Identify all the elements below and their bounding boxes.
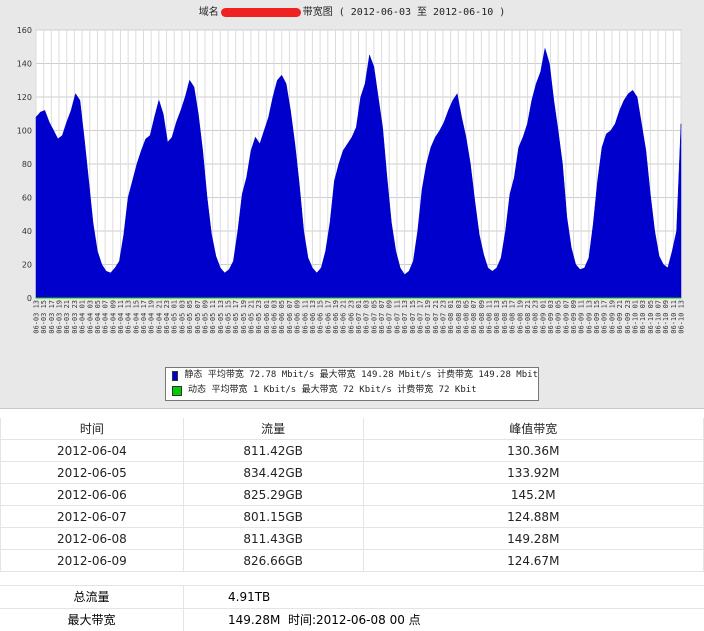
legend-swatch-static — [172, 370, 179, 381]
legend-row-dynamic: 动态 平均带宽 1 Kbit/s 最大带宽 72 Kbit/s 计费带宽 72 … — [166, 383, 538, 398]
y-tick-label: 120 — [17, 93, 32, 102]
y-tick-label: 80 — [22, 160, 32, 169]
table-row: 2012-06-07 801.15GB 124.88M — [0, 505, 704, 528]
cell-peak: 145.2M — [362, 483, 704, 506]
legend-series-name: 动态 — [188, 385, 207, 395]
cell-peak: 124.88M — [362, 505, 704, 528]
redacted-mark — [220, 7, 301, 17]
chart-title: 域名 带宽图 ( 2012-06-03 至 2012-06-10 ) — [0, 3, 704, 18]
cell-date: 2012-06-05 — [0, 461, 184, 484]
traffic-table-area: 时间 流量 峰值带宽 2012-06-04 811.42GB 130.36M 2… — [0, 418, 704, 572]
cell-traffic: 801.15GB — [182, 505, 364, 528]
y-tick-label: 20 — [22, 261, 32, 270]
y-tick-label: 40 — [22, 227, 32, 236]
legend-series-name: 静态 — [184, 370, 203, 380]
max-bandwidth-time: 时间:2012-06-08 00 点 — [287, 613, 421, 627]
header-peak: 峰值带宽 — [362, 418, 704, 440]
bandwidth-chart: 020406080100120140160 06-03 13 06-03 15 06… — [17, 26, 686, 334]
cell-traffic: 825.29GB — [182, 483, 364, 506]
y-tick-label: 60 — [22, 194, 32, 203]
y-tick-label: 0 — [27, 294, 32, 303]
chart-title-suffix: 带宽图 ( 2012-06-03 至 2012-06-10 ) — [302, 7, 506, 18]
cell-traffic: 834.42GB — [182, 461, 364, 484]
y-tick-label: 160 — [17, 26, 32, 35]
chart-legend: 静态 平均带宽 72.78 Mbit/s 最大带宽 149.28 Mbit/s … — [165, 367, 539, 401]
cell-date: 2012-06-08 — [0, 527, 184, 550]
cell-peak: 130.36M — [362, 439, 704, 462]
table-row: 2012-06-06 825.29GB 145.2M — [0, 483, 704, 506]
cell-date: 2012-06-04 — [0, 439, 184, 462]
table-row: 2012-06-09 826.66GB 124.67M — [0, 549, 704, 572]
cell-traffic: 826.66GB — [182, 549, 364, 572]
total-traffic-label: 总流量 — [0, 586, 184, 608]
chart-panel: 0 20 40 60 80 100 120 140 160 06-03 13 06-03 15 06… — [0, 0, 704, 409]
summary-max-row: 最大带宽 149.28M 时间:2012-06-08 00 点 — [0, 608, 704, 631]
header-traffic: 流量 — [182, 418, 364, 440]
x-tick-label: 06-10 13 — [678, 300, 686, 334]
table-row: 2012-06-05 834.42GB 133.92M — [0, 461, 704, 484]
cell-date: 2012-06-09 — [0, 549, 184, 572]
table-row: 2012-06-04 811.42GB 130.36M — [0, 439, 704, 462]
chart-title-prefix: 域名 — [198, 7, 219, 18]
table-header-row: 时间 流量 峰值带宽 — [0, 418, 704, 440]
y-tick-label: 140 — [17, 60, 32, 69]
total-traffic-value: 4.91TB — [228, 590, 271, 604]
summary-section: 总流量 4.91TB 最大带宽 149.28M 时间:2012-06-08 00… — [0, 585, 704, 631]
header-time: 时间 — [0, 418, 184, 440]
y-tick-label: 100 — [17, 127, 32, 136]
cell-traffic: 811.42GB — [182, 439, 364, 462]
cell-date: 2012-06-07 — [0, 505, 184, 528]
cell-peak: 133.92M — [362, 461, 704, 484]
summary-total-row: 总流量 4.91TB — [0, 585, 704, 608]
max-bandwidth-amount: 149.28M — [228, 613, 281, 627]
cell-peak: 149.28M — [362, 527, 704, 550]
cell-date: 2012-06-06 — [0, 483, 184, 506]
legend-series-stats: 平均带宽 1 Kbit/s 最大带宽 72 Kbit/s 计费带宽 72 Kbi… — [211, 385, 477, 395]
legend-row-static: 静态 平均带宽 72.78 Mbit/s 最大带宽 149.28 Mbit/s … — [166, 368, 538, 383]
legend-swatch-dynamic — [172, 385, 182, 396]
cell-peak: 124.67M — [362, 549, 704, 572]
max-bandwidth-label: 最大带宽 — [0, 609, 184, 631]
legend-series-stats: 平均带宽 72.78 Mbit/s 最大带宽 149.28 Mbit/s 计费带… — [207, 370, 538, 380]
table-row: 2012-06-08 811.43GB 149.28M — [0, 527, 704, 550]
traffic-table: 时间 流量 峰值带宽 2012-06-04 811.42GB 130.36M 2… — [0, 418, 704, 572]
max-bandwidth-value: 149.28M 时间:2012-06-08 00 点 — [228, 609, 421, 631]
cell-traffic: 811.43GB — [182, 527, 364, 550]
